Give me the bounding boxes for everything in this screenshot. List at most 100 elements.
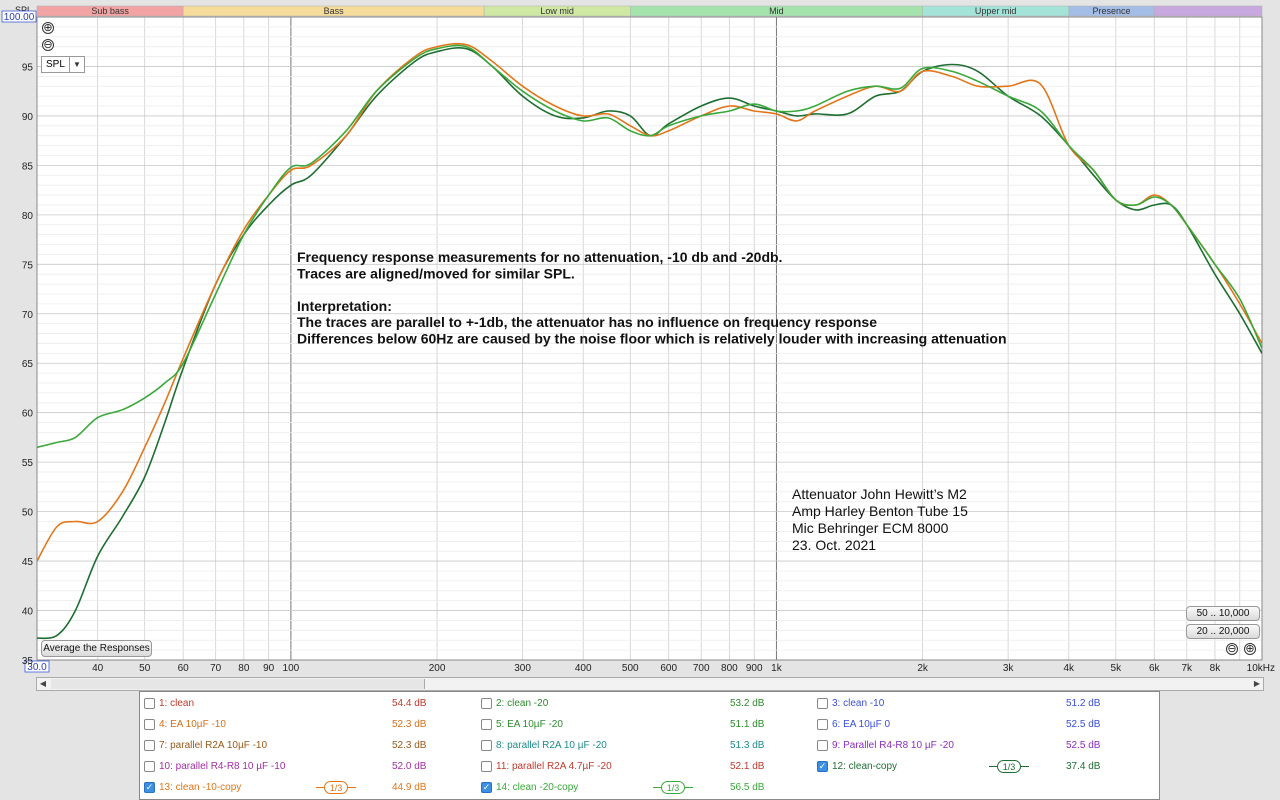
legend-item[interactable]: 10: parallel R4-R8 10 µF -10 52.0 dB (144, 756, 474, 777)
x-tick-label: 1k (771, 663, 783, 674)
legend-value: 51.2 dB (1066, 698, 1101, 709)
legend-value: 44.9 dB (392, 782, 427, 793)
legend-checkbox[interactable]: ✓ (144, 782, 155, 793)
band-label: Sub bass (91, 6, 129, 16)
average-responses-button[interactable]: Average the Responses (41, 640, 152, 657)
legend-label: 2: clean -20 (496, 698, 549, 709)
annotation-info-line: Mic Behringer ECM 8000 (792, 520, 949, 536)
legend-checkbox[interactable] (481, 698, 492, 709)
y-tick-label: 85 (22, 161, 34, 172)
horizontal-scrollbar[interactable]: ◀ ▶ (36, 677, 1264, 691)
legend-label: 6: EA 10µF 0 (832, 719, 891, 730)
legend-label: 11: parallel R2A 4.7µF -20 (496, 761, 612, 772)
smoothing-badge[interactable]: 1/3 (989, 760, 1029, 773)
x-tick-label: 40 (92, 663, 104, 674)
legend-item[interactable]: 1: clean 54.4 dB (144, 693, 474, 714)
legend-item[interactable]: 5: EA 10µF -20 51.1 dB (481, 714, 811, 735)
x-tick-label: 800 (721, 663, 738, 674)
legend-checkbox[interactable]: ✓ (481, 782, 492, 793)
annotation-main-line: Differences below 60Hz are caused by the… (297, 331, 1007, 347)
legend-item[interactable]: 7: parallel R2A 10µF -10 52.3 dB (144, 735, 474, 756)
legend-label: 3: clean -10 (832, 698, 885, 709)
legend-checkbox[interactable] (481, 761, 492, 772)
annotation-main-line: The traces are parallel to +-1db, the at… (297, 314, 877, 330)
legend-item[interactable]: 4: EA 10µF -10 52.3 dB (144, 714, 474, 735)
range-20-20000-button[interactable]: 20 .. 20,000 (1186, 624, 1260, 639)
y-max-box: 100.00 (1, 10, 37, 23)
legend-value: 51.3 dB (730, 740, 765, 751)
legend-item[interactable]: 6: EA 10µF 0 52.5 dB (817, 714, 1147, 735)
chevron-down-icon: ▼ (69, 57, 84, 72)
zoom-in-icon[interactable]: ⊕ (42, 22, 54, 34)
y-tick-label: 55 (22, 458, 34, 469)
legend-value: 54.4 dB (392, 698, 427, 709)
smoothing-badge[interactable]: 1/3 (653, 781, 693, 794)
legend-item[interactable]: 2: clean -20 53.2 dB (481, 693, 811, 714)
frequency-response-chart[interactable]: Sub bass Bass Low mid Mid Upper mid Presence … (0, 0, 1280, 676)
legend-checkbox[interactable] (144, 698, 155, 709)
legend-checkbox[interactable] (481, 719, 492, 730)
range-50-10000-button[interactable]: 50 .. 10,000 (1186, 606, 1260, 621)
legend-item[interactable]: ✓ 14: clean -20-copy 1/3 56.5 dB (481, 777, 811, 798)
y-tick-label: 75 (22, 260, 34, 271)
zoom-out-y-icon[interactable]: ⊖ (1226, 643, 1238, 655)
legend-label: 8: parallel R2A 10 µF -20 (496, 740, 607, 751)
x-tick-label: 4k (1063, 663, 1075, 674)
scroll-right-icon[interactable]: ▶ (1251, 678, 1263, 690)
y-min-label: 35 (22, 656, 34, 667)
legend-item[interactable]: ✓ 12: clean-copy 1/3 37.4 dB (817, 756, 1147, 777)
legend-checkbox[interactable] (144, 761, 155, 772)
legend-item[interactable]: 8: parallel R2A 10 µF -20 51.3 dB (481, 735, 811, 756)
x-tick-label: 600 (660, 663, 677, 674)
scrollbar-thumb[interactable] (51, 679, 425, 689)
legend-value: 52.0 dB (392, 761, 427, 772)
legend-value: 52.3 dB (392, 740, 427, 751)
band-6 (1154, 5, 1263, 17)
legend-checkbox[interactable] (817, 740, 828, 751)
annotation-info-line: Attenuator John Hewitt’s M2 (792, 486, 967, 502)
legend-label: 5: EA 10µF -20 (496, 719, 563, 730)
x-tick-label: 500 (622, 663, 639, 674)
annotation-main-line: Interpretation: (297, 298, 392, 314)
smoothing-badge[interactable]: 1/3 (316, 781, 356, 794)
x-tick-label: 900 (746, 663, 763, 674)
legend-checkbox[interactable] (817, 719, 828, 730)
annotation-main-line: Traces are aligned/moved for similar SPL… (297, 265, 575, 281)
x-tick-label: 80 (238, 663, 250, 674)
legend-value: 52.5 dB (1066, 740, 1101, 751)
band-label: Upper mid (975, 6, 1017, 16)
legend-item[interactable]: 11: parallel R2A 4.7µF -20 52.1 dB (481, 756, 811, 777)
legend-checkbox[interactable] (144, 740, 155, 751)
x-tick-label: 400 (575, 663, 592, 674)
x-tick-label: 6k (1149, 663, 1161, 674)
legend-checkbox[interactable] (481, 740, 492, 751)
spl-select-value: SPL (46, 59, 65, 70)
band-label: Low mid (540, 6, 574, 16)
annotation-info-line: Amp Harley Benton Tube 15 (792, 503, 968, 519)
legend-value: 37.4 dB (1066, 761, 1101, 772)
legend-label: 4: EA 10µF -10 (159, 719, 226, 730)
legend-value: 52.5 dB (1066, 719, 1101, 730)
y-tick-label: 80 (22, 211, 34, 222)
x-tick-label: 60 (178, 663, 190, 674)
spl-select[interactable]: SPL ▼ (41, 56, 85, 73)
legend-item[interactable]: ✓ 13: clean -10-copy 1/3 44.9 dB (144, 777, 474, 798)
x-tick-label: 2k (917, 663, 929, 674)
x-tick-label: 5k (1111, 663, 1123, 674)
legend-checkbox[interactable] (817, 698, 828, 709)
y-tick-label: 60 (22, 409, 34, 420)
zoom-in-y-icon[interactable]: ⊕ (1244, 643, 1256, 655)
legend-label: 7: parallel R2A 10µF -10 (159, 740, 268, 751)
legend-item[interactable]: 3: clean -10 51.2 dB (817, 693, 1147, 714)
legend-value: 51.1 dB (730, 719, 765, 730)
x-tick-label: 100 (283, 663, 300, 674)
legend-item[interactable]: 9: Parallel R4-R8 10 µF -20 52.5 dB (817, 735, 1147, 756)
y-max-label: 100.00 (4, 12, 35, 23)
legend-checkbox[interactable]: ✓ (817, 761, 828, 772)
y-tick-label: 40 (22, 607, 34, 618)
zoom-out-icon[interactable]: ⊖ (42, 39, 54, 51)
band-label: Bass (324, 6, 345, 16)
legend-value: 53.2 dB (730, 698, 765, 709)
scroll-left-icon[interactable]: ◀ (37, 678, 49, 690)
legend-checkbox[interactable] (144, 719, 155, 730)
